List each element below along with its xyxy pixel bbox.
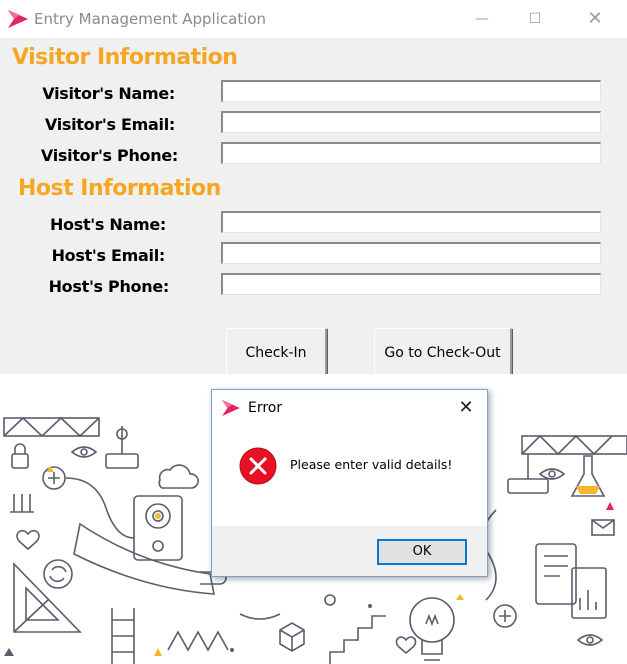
error-icon <box>239 447 277 485</box>
host-phone-label: Host's Phone: <box>48 277 170 296</box>
ok-button[interactable]: OK <box>377 539 467 565</box>
go-to-checkout-button[interactable]: Go to Check-Out <box>374 328 512 380</box>
host-name-label: Host's Name: <box>49 215 166 234</box>
window-title: Entry Management Application <box>34 10 267 28</box>
host-name-input[interactable] <box>221 211 601 233</box>
visitor-phone-input[interactable] <box>221 142 601 164</box>
window-titlebar: Entry Management Application — ☐ ✕ <box>0 0 627 38</box>
error-dialog: Error ✕ Please enter valid details! OK <box>211 389 488 577</box>
visitor-name-label: Visitor's Name: <box>42 84 175 103</box>
visitor-name-input[interactable] <box>221 80 601 102</box>
checkin-button[interactable]: Check-In <box>226 328 327 380</box>
maximize-button[interactable]: ☐ <box>515 6 555 32</box>
visitor-email-label: Visitor's Email: <box>44 115 175 134</box>
host-phone-input[interactable] <box>221 273 601 295</box>
host-email-input[interactable] <box>221 242 601 264</box>
dialog-footer: OK <box>212 526 487 576</box>
dialog-titlebar: Error ✕ <box>212 390 487 426</box>
close-button[interactable]: ✕ <box>575 6 615 32</box>
dialog-message: Please enter valid details! <box>290 457 453 472</box>
dialog-body: Please enter valid details! <box>212 426 487 526</box>
app-logo-icon <box>222 400 240 416</box>
host-email-label: Host's Email: <box>51 246 166 265</box>
minimize-button[interactable]: — <box>462 6 502 32</box>
visitor-heading: Visitor Information <box>12 45 238 70</box>
dialog-title: Error <box>248 400 283 416</box>
visitor-email-input[interactable] <box>221 111 601 133</box>
host-heading: Host Information <box>18 176 221 201</box>
app-logo-icon <box>8 10 28 28</box>
dialog-close-button[interactable]: ✕ <box>452 395 480 421</box>
visitor-phone-label: Visitor's Phone: <box>40 146 178 165</box>
